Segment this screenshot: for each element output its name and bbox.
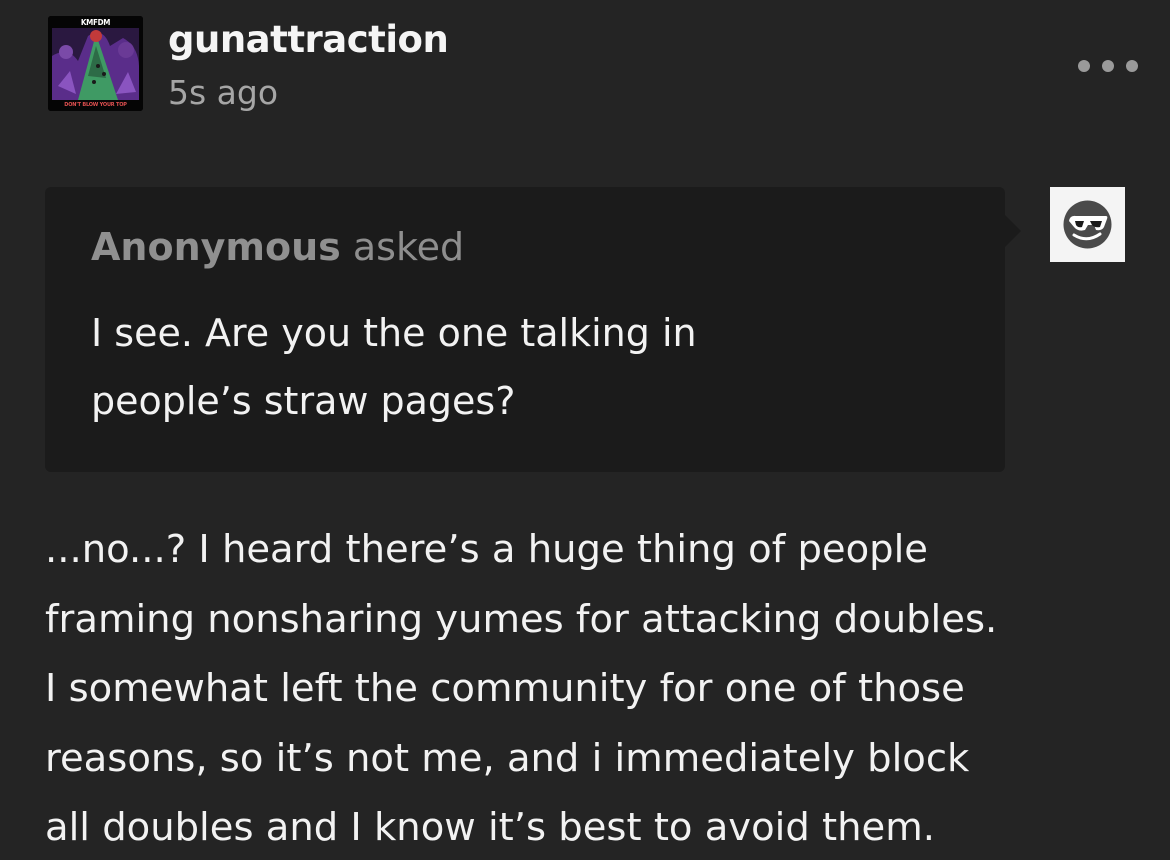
ask-bubble: Anonymous asked I see. Are you the one t…: [45, 187, 1021, 472]
ellipsis-dot: [1102, 60, 1114, 72]
answer-line: reasons, so it’s not me, and i immediate…: [45, 735, 970, 781]
blog-name-link[interactable]: gunattraction: [168, 18, 449, 61]
ellipsis-dot: [1078, 60, 1090, 72]
answer-line: I somewhat left the community for one of…: [45, 666, 965, 711]
ellipsis-dot: [1126, 60, 1138, 72]
question-line: people’s straw pages?: [91, 379, 516, 423]
post-header: KMFDM DON'T BLOW YOUR TOP gunattraction …: [48, 16, 1138, 116]
answer-text: ...no...? I heard there’s a huge thing o…: [45, 515, 1145, 860]
asker-name: Anonymous: [91, 225, 341, 269]
avatar-album-title: DON'T BLOW YOUR TOP: [64, 102, 127, 108]
album-art-image: [48, 16, 143, 111]
post-timestamp[interactable]: 5s ago: [168, 73, 278, 112]
sunglasses-face-icon: [1050, 187, 1125, 262]
asker-line: Anonymous asked: [91, 225, 464, 269]
asked-label: asked: [352, 225, 465, 269]
blog-avatar[interactable]: KMFDM DON'T BLOW YOUR TOP: [48, 16, 143, 111]
answer-line: ...no...? I heard there’s a huge thing o…: [45, 527, 928, 572]
avatar-band-name: KMFDM: [80, 18, 111, 27]
answer-line: all doubles and I know it’s best to avoi…: [45, 805, 935, 850]
question-text: I see. Are you the one talking in people…: [91, 299, 791, 435]
ellipsis-icon[interactable]: [1078, 54, 1138, 78]
answer-line: framing nonsharing yumes for attacking d…: [45, 596, 998, 642]
question-line: I see. Are you the one talking in: [91, 311, 697, 355]
